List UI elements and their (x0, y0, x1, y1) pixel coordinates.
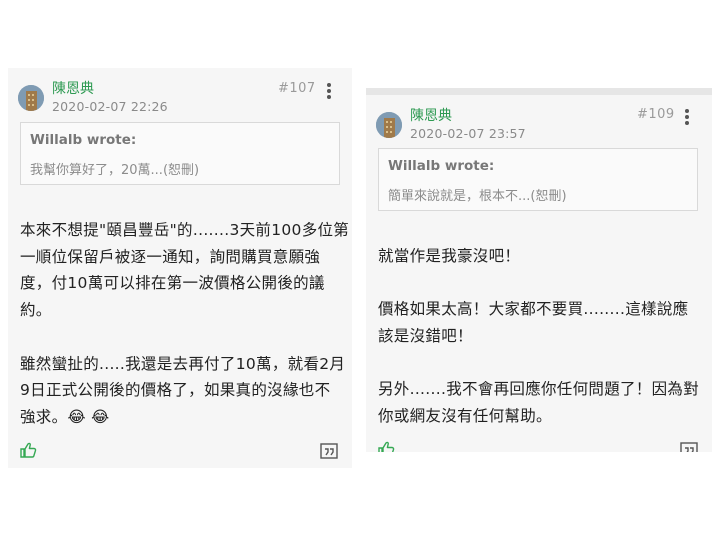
quote-author: Willalb wrote: (388, 158, 495, 174)
post-date: 2020-02-07 23:57 (410, 126, 526, 141)
card-divider (366, 88, 712, 95)
quote-block: Willalb wrote: 我幫你算好了，20萬...(恕刪) (20, 122, 340, 185)
body-line: 9日正式公開後的價格了，如果真的沒緣也不 (20, 381, 331, 400)
body-line: 約。 (20, 301, 52, 320)
more-vertical-icon[interactable] (326, 83, 332, 99)
thumbs-up-icon[interactable] (378, 441, 396, 452)
post-number[interactable]: #109 (637, 107, 675, 122)
quote-reply-icon[interactable] (320, 443, 338, 459)
post-body: 本來不想提"頤昌豐岳"的.......3天前100多位第 一順位保留戶被逐一通知… (20, 217, 350, 431)
user-avatar[interactable] (376, 112, 402, 138)
quote-text[interactable]: 簡單來說就是，根本不...(恕刪) (388, 185, 567, 204)
post-date: 2020-02-07 22:26 (52, 99, 168, 114)
body-line: 一順位保留戶被逐一通知，詢問購買意願強 (20, 247, 321, 266)
quote-reply-icon[interactable] (680, 442, 698, 452)
body-line: 強求。😂 😂 (20, 407, 110, 426)
post-author[interactable]: 陳恩典 (410, 105, 452, 125)
quote-block: Willalb wrote: 簡單來說就是，根本不...(恕刪) (378, 148, 698, 211)
body-line: 你或網友沒有任何幫助。 (378, 407, 552, 426)
post-body: 就當作是我豪沒吧！ 價格如果太高！大家都不要買........這樣說應 該是沒錯… (378, 243, 710, 430)
post-card-107: 陳恩典 2020-02-07 22:26 #107 Willalb wrote:… (8, 68, 352, 468)
quote-author: Willalb wrote: (30, 132, 137, 148)
thumbs-up-icon[interactable] (20, 442, 38, 458)
more-vertical-icon[interactable] (684, 109, 690, 125)
post-author[interactable]: 陳恩典 (52, 78, 94, 98)
body-line: 本來不想提"頤昌豐岳"的.......3天前100多位第 (20, 221, 350, 239)
body-line: 就當作是我豪沒吧！ (378, 247, 521, 265)
post-number[interactable]: #107 (278, 81, 316, 96)
body-line: 另外.......我不會再回應你任何問題了！因為對 (378, 380, 699, 399)
body-line: 該是沒錯吧！ (378, 327, 473, 346)
quote-text[interactable]: 我幫你算好了，20萬...(恕刪) (30, 159, 199, 178)
post-card-109: 陳恩典 2020-02-07 23:57 #109 Willalb wrote:… (366, 88, 712, 452)
body-line: 度，付10萬可以排在第一波價格公開後的議 (20, 274, 325, 293)
body-line: 雖然蠻扯的.....我還是去再付了10萬，就看2月 (20, 354, 346, 373)
body-line: 價格如果太高！大家都不要買........這樣說應 (378, 300, 689, 319)
user-avatar[interactable] (18, 85, 44, 111)
